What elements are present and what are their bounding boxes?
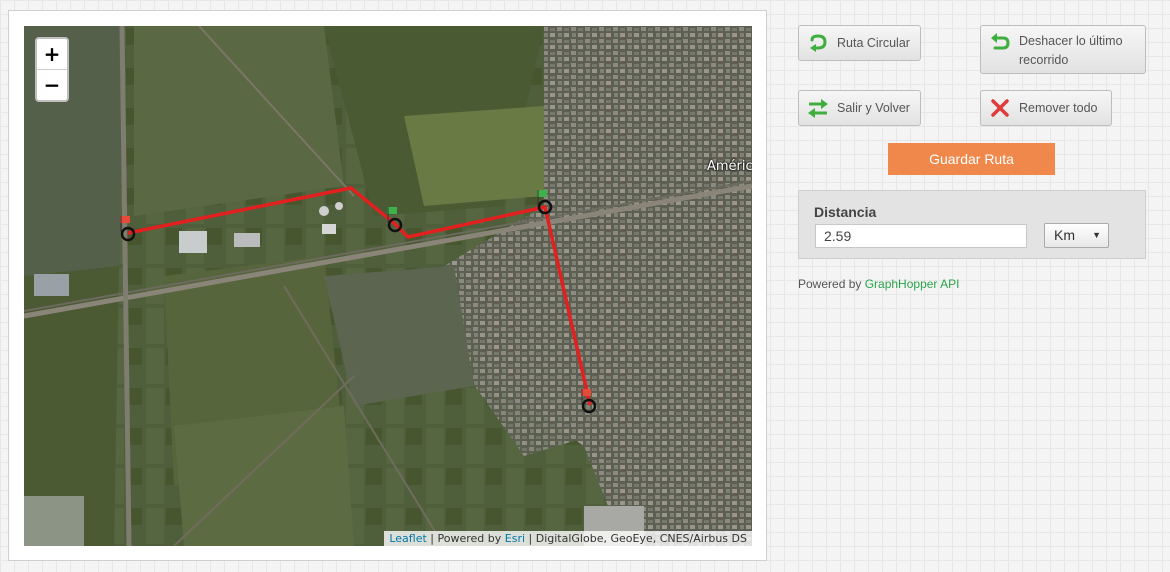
zoom-in-button[interactable]: + — [37, 39, 67, 69]
swap-arrows-icon — [808, 99, 828, 118]
distance-title: Distancia — [814, 204, 877, 220]
route-end-marker[interactable] — [581, 389, 597, 414]
zoom-out-button[interactable]: − — [37, 69, 67, 100]
ruta-circular-button[interactable]: Ruta Circular — [798, 25, 921, 61]
route-line — [127, 186, 592, 406]
unit-select[interactable]: Km ▼ — [1044, 223, 1109, 248]
map-attribution: Leaflet | Powered by Esri | DigitalGlobe… — [384, 531, 752, 546]
close-icon — [991, 99, 1009, 117]
graphhopper-link[interactable]: GraphHopper API — [865, 277, 960, 291]
attribution-powered: | Powered by — [426, 532, 505, 545]
chevron-down-icon: ▼ — [1092, 230, 1101, 240]
unit-select-value: Km — [1054, 227, 1075, 243]
leaflet-link[interactable]: Leaflet — [389, 532, 426, 545]
route-start-marker[interactable] — [120, 216, 136, 242]
deshacer-button[interactable]: Deshacer lo último recorrido — [980, 25, 1146, 74]
deshacer-label: Deshacer lo último recorrido — [1019, 32, 1123, 70]
map-place-label: América — [707, 159, 752, 174]
attribution-sources: | DigitalGlobe, GeoEye, CNES/Airbus DS — [525, 532, 747, 545]
deshacer-label-line2: recorrido — [1019, 53, 1069, 67]
powered-by-prefix: Powered by — [798, 277, 865, 291]
powered-by: Powered by GraphHopper API — [798, 277, 959, 291]
circular-arrow-icon — [810, 34, 827, 52]
salir-volver-label: Salir y Volver — [837, 100, 910, 115]
guardar-ruta-button[interactable]: Guardar Ruta — [888, 143, 1055, 175]
deshacer-label-line1: Deshacer lo último — [1019, 34, 1123, 48]
remover-todo-label: Remover todo — [1019, 100, 1098, 115]
distance-field[interactable] — [815, 224, 1027, 248]
salir-volver-button[interactable]: Salir y Volver — [798, 90, 921, 126]
route-layer — [120, 186, 597, 414]
distance-panel: Distancia Km ▼ — [798, 190, 1146, 259]
remover-todo-button[interactable]: Remover todo — [980, 90, 1112, 126]
map-view[interactable]: + − América Leaflet | Powered by Esri | … — [24, 26, 752, 546]
esri-link[interactable]: Esri — [505, 532, 525, 545]
zoom-control: + − — [35, 37, 69, 102]
ruta-circular-label: Ruta Circular — [837, 35, 910, 50]
undo-icon — [991, 33, 1010, 50]
